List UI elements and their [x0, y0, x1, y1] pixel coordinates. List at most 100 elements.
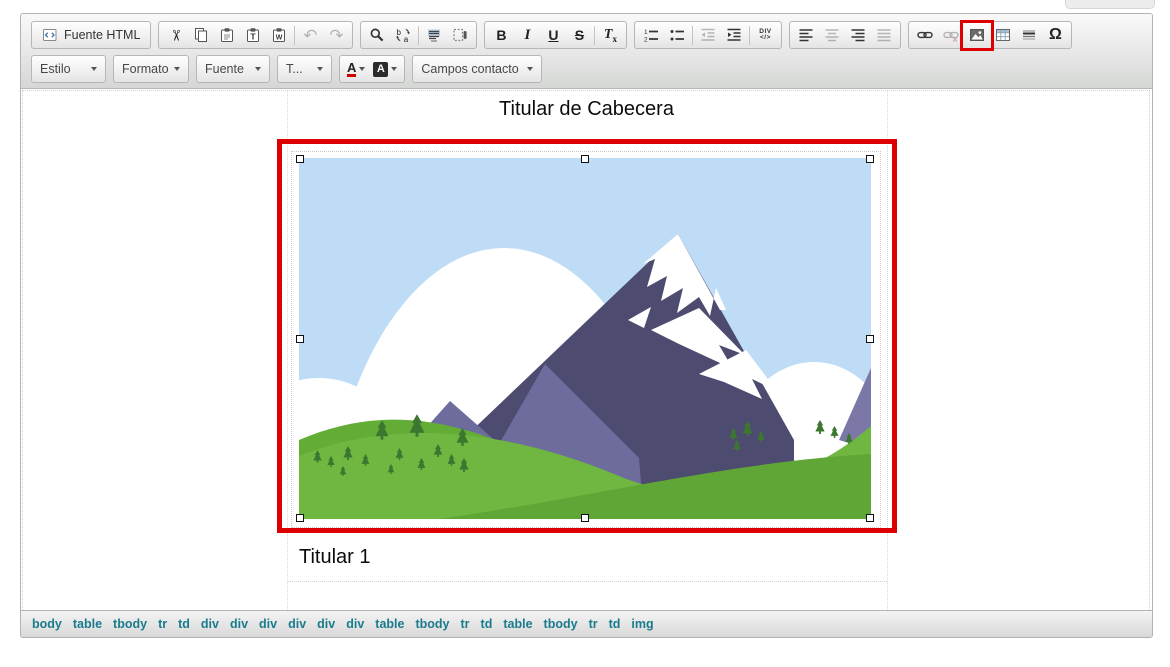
toolbar-group-find: ba: [360, 21, 477, 49]
italic-button[interactable]: I: [514, 24, 540, 47]
bullet-list-icon: [669, 27, 685, 43]
remove-format-button[interactable]: Tx: [597, 24, 623, 47]
background-color-button[interactable]: A: [370, 60, 400, 79]
unlink-icon: [943, 27, 959, 43]
section-title-text[interactable]: Titular 1: [299, 546, 371, 569]
resize-handle-middle-right[interactable]: [866, 335, 874, 343]
div-container-icon: DIV</>: [759, 29, 771, 41]
resize-handle-bottom-middle[interactable]: [581, 514, 589, 522]
resize-handle-top-right[interactable]: [866, 155, 874, 163]
link-icon: [917, 27, 933, 43]
header-title-text[interactable]: Titular de Cabecera: [287, 98, 886, 121]
templates-icon: [452, 27, 468, 43]
div-container-button[interactable]: DIV</>: [752, 24, 778, 47]
align-right-icon: [850, 27, 866, 43]
strikethrough-button[interactable]: S: [566, 24, 592, 47]
copy-button[interactable]: [188, 24, 214, 47]
toolbar-group-lists: 12 DIV</>: [634, 21, 782, 49]
link-button[interactable]: [912, 24, 938, 47]
editor-content-area[interactable]: Titular de Cabecera: [21, 89, 1152, 610]
resize-handle-bottom-right[interactable]: [866, 514, 874, 522]
path-item-tbody[interactable]: tbody: [415, 617, 449, 631]
align-left-button[interactable]: [793, 24, 819, 47]
resize-handle-top-left[interactable]: [296, 155, 304, 163]
paste-button[interactable]: [214, 24, 240, 47]
unlink-button[interactable]: [938, 24, 964, 47]
path-item-img[interactable]: img: [631, 617, 653, 631]
styles-dropdown[interactable]: Estilo: [31, 55, 106, 83]
numbered-list-icon: 12: [643, 27, 659, 43]
toolbar-group-clipboard: ✂ T W ↶ ↷: [158, 21, 353, 49]
align-center-button[interactable]: [819, 24, 845, 47]
font-size-dropdown-label: T...: [286, 62, 303, 76]
cut-icon: ✂: [168, 29, 183, 42]
font-dropdown[interactable]: Fuente: [196, 55, 270, 83]
path-item-td[interactable]: td: [609, 617, 621, 631]
toolbar-group-insert: Ω: [908, 21, 1072, 49]
remove-format-icon: Tx: [604, 27, 617, 44]
special-char-icon: Ω: [1049, 27, 1062, 43]
path-item-div[interactable]: div: [259, 617, 277, 631]
resize-handle-middle-left[interactable]: [296, 335, 304, 343]
search-icon: [369, 27, 385, 43]
svg-text:b: b: [397, 28, 402, 37]
path-item-div[interactable]: div: [230, 617, 248, 631]
path-item-div[interactable]: div: [346, 617, 364, 631]
templates-button[interactable]: [447, 24, 473, 47]
undo-button[interactable]: ↶: [297, 24, 323, 47]
path-item-table[interactable]: table: [503, 617, 532, 631]
resize-handle-top-middle[interactable]: [581, 155, 589, 163]
font-size-dropdown[interactable]: T...: [277, 55, 332, 83]
mountain-landscape-illustration: [299, 158, 871, 519]
horizontal-rule-button[interactable]: [1016, 24, 1042, 47]
bullet-list-button[interactable]: [664, 24, 690, 47]
outdent-icon: [700, 27, 716, 43]
contact-fields-dropdown[interactable]: Campos contacto: [412, 55, 542, 83]
path-item-tr[interactable]: tr: [589, 617, 598, 631]
align-right-button[interactable]: [845, 24, 871, 47]
replace-button[interactable]: ba: [390, 24, 416, 47]
outdent-button[interactable]: [695, 24, 721, 47]
path-item-tr[interactable]: tr: [461, 617, 470, 631]
paste-from-word-button[interactable]: W: [266, 24, 292, 47]
table-button[interactable]: [990, 24, 1016, 47]
format-dropdown[interactable]: Formato: [113, 55, 189, 83]
horizontal-rule-icon: [1021, 27, 1037, 43]
source-button[interactable]: Fuente HTML: [35, 24, 147, 47]
path-item-td[interactable]: td: [481, 617, 493, 631]
image-button[interactable]: [964, 24, 990, 47]
path-item-table[interactable]: table: [73, 617, 102, 631]
path-item-td[interactable]: td: [178, 617, 190, 631]
path-item-div[interactable]: div: [201, 617, 219, 631]
body-paragraph-text[interactable]: Empieza a personalizar tu mail editando …: [299, 609, 891, 611]
text-color-button[interactable]: A: [344, 59, 368, 79]
underline-button[interactable]: U: [540, 24, 566, 47]
path-item-div[interactable]: div: [288, 617, 306, 631]
cut-button[interactable]: ✂: [162, 24, 188, 47]
toolbar-separator: [418, 26, 419, 45]
select-all-icon: [426, 27, 442, 43]
path-item-tbody[interactable]: tbody: [113, 617, 147, 631]
align-center-icon: [824, 27, 840, 43]
bold-button[interactable]: B: [488, 24, 514, 47]
toolbar-separator: [749, 26, 750, 45]
justify-button[interactable]: [871, 24, 897, 47]
selected-image[interactable]: [299, 158, 871, 519]
resize-handle-bottom-left[interactable]: [296, 514, 304, 522]
svg-text:W: W: [276, 34, 283, 41]
path-item-div[interactable]: div: [317, 617, 335, 631]
redo-button[interactable]: ↷: [323, 24, 349, 47]
elements-path-bar: body table tbody tr td div div div div d…: [21, 610, 1152, 637]
indent-button[interactable]: [721, 24, 747, 47]
search-button[interactable]: [364, 24, 390, 47]
path-item-tr[interactable]: tr: [158, 617, 167, 631]
path-item-body[interactable]: body: [32, 617, 62, 631]
svg-text:T: T: [251, 32, 257, 42]
special-char-button[interactable]: Ω: [1042, 24, 1068, 47]
path-item-table[interactable]: table: [375, 617, 404, 631]
toolbar-separator: [692, 26, 693, 45]
path-item-tbody[interactable]: tbody: [544, 617, 578, 631]
numbered-list-button[interactable]: 12: [638, 24, 664, 47]
paste-as-text-button[interactable]: T: [240, 24, 266, 47]
select-all-button[interactable]: [421, 24, 447, 47]
